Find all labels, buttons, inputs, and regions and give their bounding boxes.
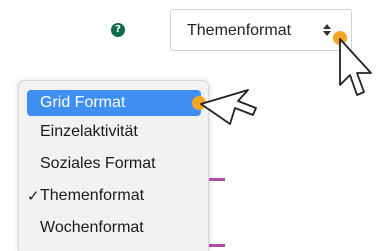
check-icon: ✓ [27, 187, 40, 205]
menu-item-grid-format[interactable]: Grid Format [27, 90, 201, 116]
mouse-pointer-icon [200, 89, 257, 125]
menu-item-wochenformat[interactable]: Wochenformat [27, 215, 201, 241]
background-accent-mark [209, 244, 225, 247]
menu-item-label: Soziales Format [40, 155, 156, 172]
menu-item-label: Wochenformat [40, 219, 144, 236]
help-icon[interactable]: ? [111, 23, 125, 37]
menu-item-themenformat[interactable]: ✓ Themenformat [27, 183, 201, 209]
up-down-caret-icon [323, 24, 331, 36]
mouse-pointer-icon [339, 38, 372, 96]
menu-item-soziales-format[interactable]: Soziales Format [27, 151, 201, 177]
menu-item-einzelaktivitaet[interactable]: Einzelaktivität [27, 119, 201, 145]
menu-item-label: Themenformat [40, 187, 145, 204]
format-dropdown-menu: Grid Format Einzelaktivität Soziales For… [18, 80, 209, 251]
select-value: Themenformat [187, 22, 292, 39]
menu-item-label: Einzelaktivität [40, 123, 138, 140]
menu-item-label: Grid Format [40, 94, 126, 111]
course-format-select[interactable]: Themenformat [170, 9, 352, 51]
background-accent-mark [209, 178, 225, 181]
